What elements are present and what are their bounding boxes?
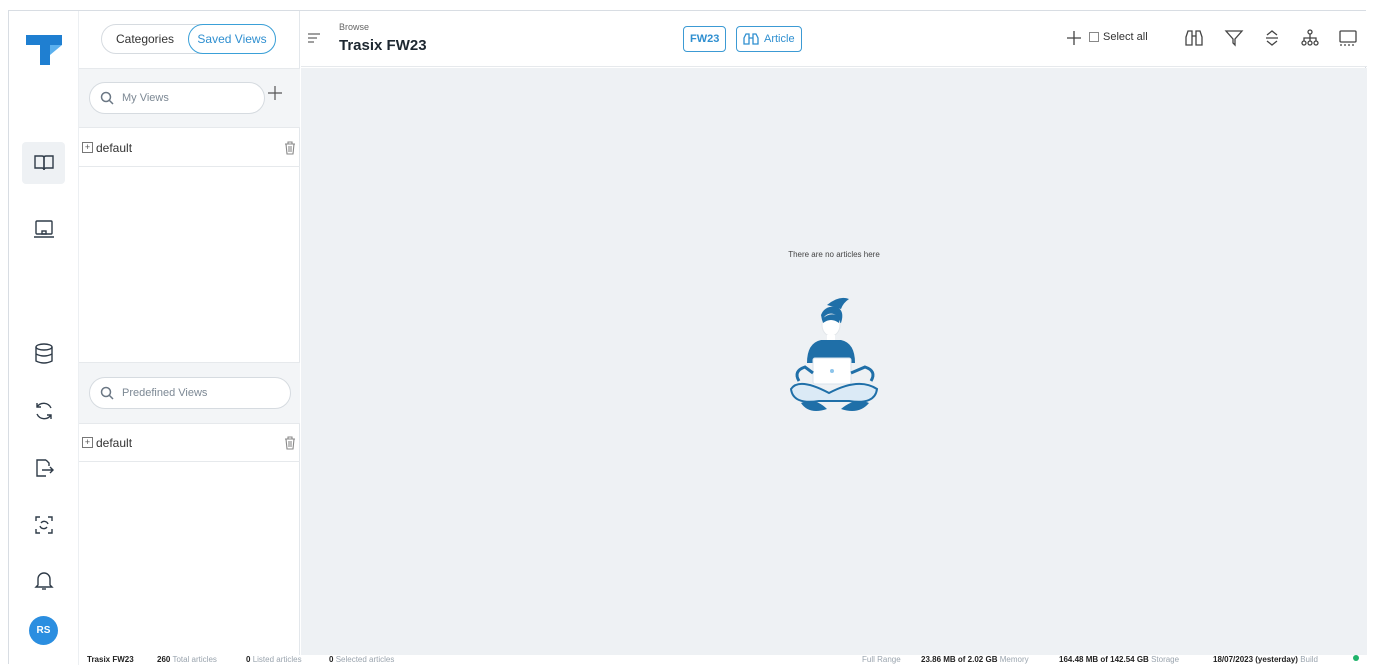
status-bar: Trasix FW23 260 Total articles 0 Listed … — [79, 655, 1367, 665]
status-listed-label: Listed articles — [252, 655, 302, 664]
display-mode-icon[interactable] — [1337, 27, 1359, 49]
trash-icon[interactable] — [284, 436, 296, 450]
select-all-label: Select all — [1103, 31, 1148, 43]
bell-icon[interactable] — [22, 559, 65, 601]
status-storage-value: 164.48 MB of 142.54 GB — [1059, 655, 1149, 664]
filter-icon[interactable] — [1223, 27, 1245, 49]
view-mode-toggle: Categories Saved Views — [101, 24, 276, 54]
book-icon[interactable] — [22, 142, 65, 184]
menu-icon[interactable] — [307, 31, 321, 43]
list-item[interactable]: + default — [79, 129, 300, 167]
articles-area: There are no articles here — [301, 68, 1367, 655]
collapse-icon[interactable] — [1261, 27, 1283, 49]
status-memory-value: 23.86 MB of 2.02 GB — [921, 655, 998, 664]
top-bar: Browse Trasix FW23 FW23 Article Select a… — [301, 11, 1367, 67]
list-item[interactable]: + default — [79, 424, 300, 462]
status-listed-count: 0 — [246, 655, 251, 664]
search-icon — [100, 91, 114, 105]
my-views-search[interactable]: My Views — [89, 82, 265, 114]
status-indicator-icon — [1353, 655, 1359, 661]
database-icon[interactable] — [22, 333, 65, 375]
status-storage-label: Storage — [1151, 655, 1180, 664]
plus-icon — [268, 86, 282, 100]
season-chip[interactable]: FW23 — [683, 26, 727, 52]
empty-state-illustration — [789, 297, 879, 411]
add-icon[interactable] — [1063, 27, 1085, 49]
avatar[interactable]: RS — [29, 616, 58, 645]
view-label: default — [96, 140, 133, 155]
article-chip[interactable]: Article — [736, 26, 802, 52]
sync-icon[interactable] — [22, 390, 65, 432]
season-chip-label: FW23 — [690, 33, 720, 45]
status-selected-count: 0 — [329, 655, 334, 664]
article-chip-label: Article — [764, 33, 795, 45]
expand-icon[interactable]: + — [82, 437, 93, 448]
breadcrumb[interactable]: Browse — [339, 22, 369, 32]
laptop-icon[interactable] — [22, 208, 65, 250]
left-rail: RS — [9, 11, 79, 665]
search-icon — [100, 386, 114, 400]
logo-icon[interactable] — [24, 31, 64, 67]
status-total-count: 260 — [157, 655, 171, 664]
status-total-label: Total articles — [172, 655, 217, 664]
hierarchy-icon[interactable] — [1299, 27, 1321, 49]
empty-state-message: There are no articles here — [788, 250, 880, 259]
app-window: RS Categories Saved Views My Views + def… — [8, 10, 1367, 665]
saved-views-panel: Categories Saved Views My Views + defaul… — [79, 11, 300, 655]
binoculars-icon[interactable] — [1183, 27, 1205, 49]
select-all-checkbox[interactable]: Select all — [1089, 31, 1148, 43]
status-build-value: 18/07/2023 (yesterday) — [1213, 655, 1298, 664]
status-selected-label: Selected articles — [335, 655, 395, 664]
predefined-views-search[interactable]: Predefined Views — [89, 377, 291, 409]
status-memory-label: Memory — [999, 655, 1029, 664]
expand-icon[interactable]: + — [82, 142, 93, 153]
status-project: Trasix FW23 — [87, 655, 134, 664]
scan-icon[interactable] — [22, 504, 65, 546]
export-icon[interactable] — [22, 447, 65, 489]
view-label: default — [96, 435, 133, 450]
status-range: Full Range — [862, 655, 901, 664]
my-views-placeholder: My Views — [122, 92, 169, 104]
tab-categories[interactable]: Categories — [102, 25, 188, 53]
status-build-label: Build — [1300, 655, 1318, 664]
trash-icon[interactable] — [284, 141, 296, 155]
page-title: Trasix FW23 — [339, 37, 427, 54]
tab-saved-views[interactable]: Saved Views — [188, 24, 276, 54]
binoculars-icon — [743, 33, 759, 45]
checkbox-icon[interactable] — [1089, 32, 1099, 42]
predefined-views-placeholder: Predefined Views — [122, 387, 208, 399]
add-view-button[interactable] — [266, 84, 288, 106]
